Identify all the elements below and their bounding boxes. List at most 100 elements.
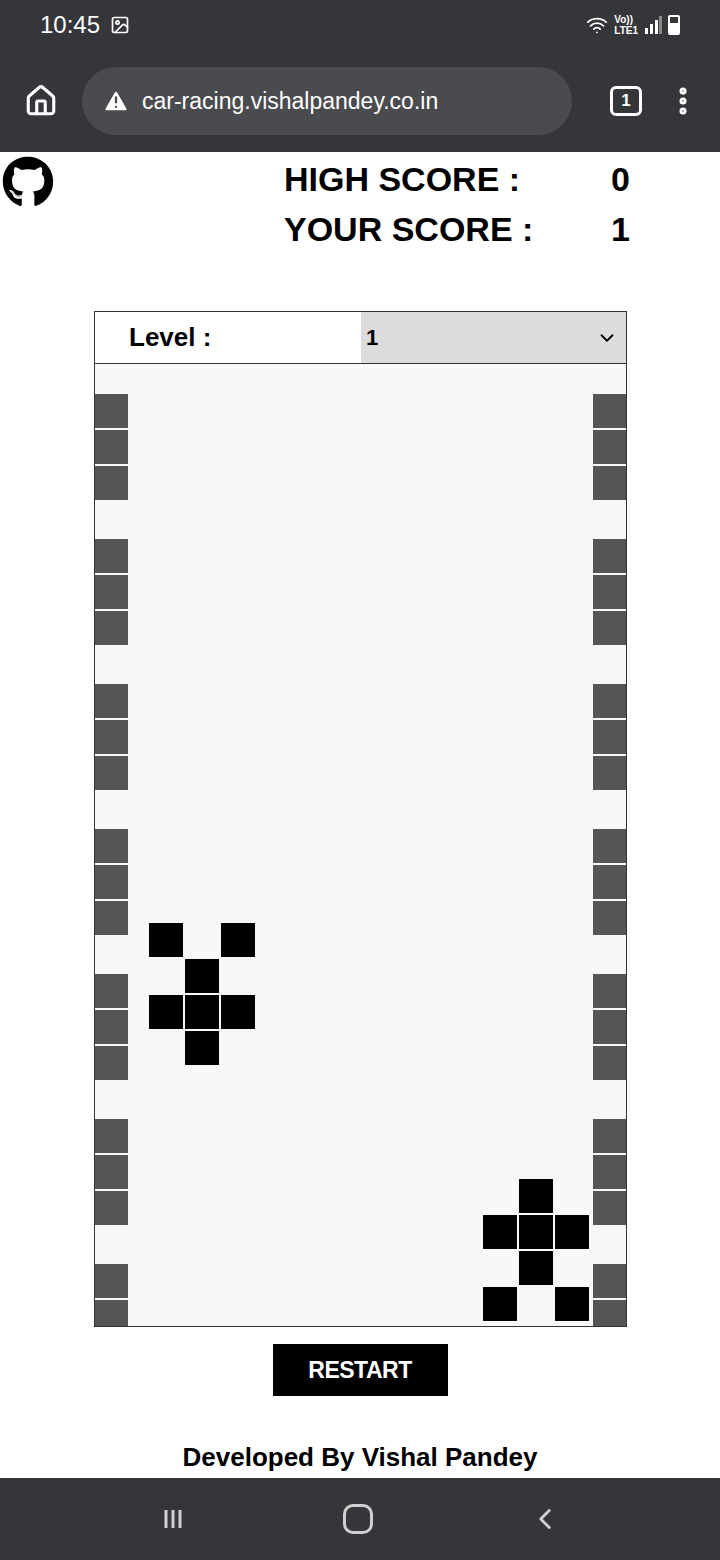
car-cell xyxy=(519,1251,553,1285)
road-edge-block xyxy=(593,466,626,500)
road-edge-block xyxy=(593,720,626,754)
car-cell xyxy=(555,1179,589,1213)
road-edge-block xyxy=(95,430,128,464)
chevron-down-icon[interactable] xyxy=(596,327,618,349)
road-edge-block xyxy=(95,1264,128,1298)
url-text: car-racing.vishalpandey.co.in xyxy=(142,88,438,115)
road-edge-segment xyxy=(593,394,626,500)
page-content: HIGH SCORE :0YOUR SCORE :1 Level :1 RESTAR… xyxy=(0,152,720,1478)
road-edge-block xyxy=(593,611,626,645)
footer-credit: Developed By Vishal Pandey xyxy=(0,1442,720,1473)
road-edge-block xyxy=(95,1191,128,1225)
wifi-icon xyxy=(586,14,608,36)
enemy-car xyxy=(149,923,255,1065)
road-edge-segment xyxy=(593,829,626,935)
car-cell xyxy=(149,923,183,957)
road-edge-block xyxy=(95,865,128,899)
header-row: HIGH SCORE :0YOUR SCORE :1 xyxy=(0,152,720,254)
car-cell xyxy=(221,959,255,993)
road-edge-segment xyxy=(95,974,128,1080)
race-track[interactable] xyxy=(95,364,626,1326)
github-icon[interactable] xyxy=(2,156,54,208)
road-edge-block xyxy=(593,394,626,428)
left-road-edge xyxy=(95,364,128,1326)
car-cell xyxy=(555,1287,589,1321)
road-edge-block xyxy=(593,1119,626,1153)
road-edge-segment xyxy=(95,829,128,935)
restart-button[interactable]: RESTART xyxy=(273,1344,448,1396)
road-edge-block xyxy=(95,466,128,500)
road-edge-block xyxy=(95,974,128,1008)
car-cell xyxy=(185,959,219,993)
road-edge-segment xyxy=(95,394,128,500)
status-time: 10:45 xyxy=(40,11,100,39)
road-edge-block xyxy=(593,1191,626,1225)
player-car xyxy=(483,1179,589,1321)
car-cell xyxy=(483,1251,517,1285)
car-cell xyxy=(555,1251,589,1285)
car-cell xyxy=(221,923,255,957)
github-link[interactable] xyxy=(0,154,56,210)
road-edge-block xyxy=(95,684,128,718)
road-edge-block xyxy=(95,1155,128,1189)
address-field[interactable]: car-racing.vishalpandey.co.in xyxy=(82,67,572,135)
road-edge-segment xyxy=(95,1264,128,1326)
road-edge-block xyxy=(95,720,128,754)
car-cell xyxy=(221,1031,255,1065)
road-edge-block xyxy=(593,575,626,609)
car-cell xyxy=(519,1215,553,1249)
road-edge-block xyxy=(593,539,626,573)
road-edge-block xyxy=(95,575,128,609)
road-edge-block xyxy=(95,1300,128,1326)
car-cell xyxy=(185,923,219,957)
road-edge-block xyxy=(593,1046,626,1080)
level-select[interactable]: 1 xyxy=(361,312,626,363)
road-edge-block xyxy=(593,829,626,863)
status-bar: 10:45Vo))LTE1 xyxy=(0,0,720,50)
tab-count-button[interactable]: 1 xyxy=(610,86,642,116)
score-value: 0 xyxy=(543,154,630,204)
warning-icon[interactable] xyxy=(102,87,130,115)
car-cell xyxy=(149,995,183,1029)
car-cell xyxy=(483,1215,517,1249)
menu-icon[interactable] xyxy=(666,84,700,118)
road-edge-segment xyxy=(95,684,128,790)
car-cell xyxy=(149,959,183,993)
road-edge-block xyxy=(593,974,626,1008)
road-edge-block xyxy=(95,756,128,790)
recents-icon[interactable] xyxy=(158,1504,188,1534)
road-edge-segment xyxy=(593,974,626,1080)
road-edge-block xyxy=(95,539,128,573)
car-cell xyxy=(149,1031,183,1065)
road-edge-segment xyxy=(593,1119,626,1225)
level-row: Level :1 xyxy=(95,312,626,364)
road-edge-block xyxy=(593,1010,626,1044)
car-cell xyxy=(519,1179,553,1213)
car-cell xyxy=(185,995,219,1029)
browser-toolbar: car-racing.vishalpandey.co.in 1 xyxy=(0,50,720,152)
home-icon[interactable] xyxy=(24,84,58,118)
road-edge-block xyxy=(593,1155,626,1189)
road-edge-block xyxy=(593,1264,626,1298)
road-edge-segment xyxy=(593,1264,626,1326)
image-icon xyxy=(110,15,130,35)
road-edge-block xyxy=(593,1300,626,1326)
road-edge-block xyxy=(95,901,128,935)
signal-icon xyxy=(644,16,662,34)
game-board: Level :1 xyxy=(94,311,627,1327)
car-cell xyxy=(519,1287,553,1321)
score-board: HIGH SCORE :0YOUR SCORE :1 xyxy=(284,154,630,254)
back-icon[interactable] xyxy=(528,1502,562,1536)
road-edge-block xyxy=(95,1046,128,1080)
home-nav-icon[interactable] xyxy=(343,1504,373,1534)
navigation-bar xyxy=(0,1478,720,1560)
road-edge-block xyxy=(95,1010,128,1044)
phone-screen: 10:45Vo))LTE1car-racing.vishalpandey.co.… xyxy=(0,0,720,1560)
car-cell xyxy=(221,995,255,1029)
road-edge-block xyxy=(95,829,128,863)
car-cell xyxy=(483,1179,517,1213)
score-label: HIGH SCORE : xyxy=(284,154,533,204)
road-edge-block xyxy=(95,611,128,645)
road-edge-segment xyxy=(593,539,626,645)
battery-icon xyxy=(668,15,680,35)
